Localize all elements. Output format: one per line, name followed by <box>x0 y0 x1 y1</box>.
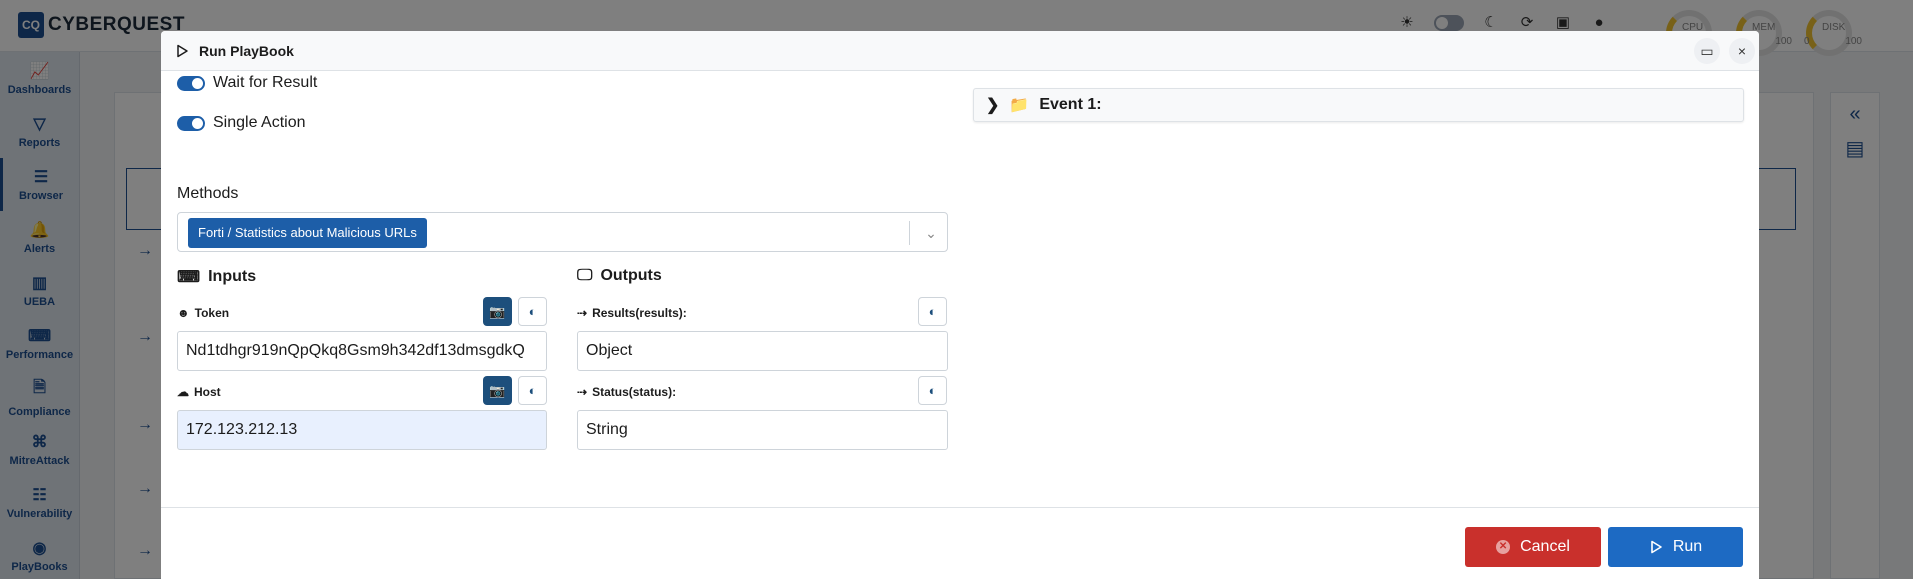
toggle-label: Wait for Result <box>213 74 318 91</box>
event-label: Event 1: <box>1039 96 1102 113</box>
link-icon: ⇢ <box>577 385 588 399</box>
wait-for-result-toggle[interactable]: Wait for Result <box>177 74 317 92</box>
method-chip[interactable]: Forti / Statistics about Malicious URLs <box>188 218 427 248</box>
section-title-text: Outputs <box>600 267 662 284</box>
toggle-switch[interactable] <box>177 115 205 131</box>
variable-button[interactable]: ◐ <box>918 376 947 405</box>
status-input[interactable]: String <box>577 410 948 450</box>
run-playbook-modal: Run PlayBook ▭ × Wait for Result Single … <box>161 31 1759 579</box>
maximize-icon[interactable]: ▭ <box>1694 38 1720 64</box>
modal-header: Run PlayBook ▭ × <box>161 31 1759 71</box>
play-icon <box>1651 540 1662 554</box>
token-input[interactable]: Nd1tdhgr919nQpQkq8Gsm9h342df13dmsgdkQ <box>177 331 547 371</box>
section-title-text: Inputs <box>208 268 257 285</box>
run-label: Run <box>1672 538 1703 555</box>
keyboard-icon: ⌨ <box>177 269 201 286</box>
variable-button[interactable]: ◐ <box>518 376 547 405</box>
modal-footer: ✕ Cancel Run <box>161 507 1759 579</box>
results-input[interactable]: Object <box>577 331 948 371</box>
camera-button[interactable]: 📷 <box>483 376 512 405</box>
cancel-label: Cancel <box>1520 538 1570 555</box>
methods-label: Methods <box>177 185 239 202</box>
host-label: ☁ Host <box>177 385 221 399</box>
outputs-title: 🖵 Outputs <box>577 267 662 285</box>
chevron-down-icon[interactable]: ⌄ <box>919 221 943 245</box>
token-label: ☻ Token <box>177 306 229 320</box>
methods-select[interactable]: Forti / Statistics about Malicious URLs … <box>177 212 948 252</box>
modal-title: Run PlayBook <box>199 42 294 59</box>
inputs-title: ⌨ Inputs <box>177 267 256 287</box>
monitor-icon: 🖵 <box>577 267 593 284</box>
select-separator <box>909 221 910 245</box>
run-button[interactable]: Run <box>1608 527 1743 567</box>
field-label-text: Host <box>194 385 221 399</box>
field-label-text: Status(status): <box>592 385 677 399</box>
host-input[interactable]: 172.123.212.13 <box>177 410 547 450</box>
status-label: ⇢ Status(status): <box>577 385 676 399</box>
camera-button[interactable]: 📷 <box>483 297 512 326</box>
chevron-right-icon[interactable]: ❯ <box>986 95 999 115</box>
folder-icon: 📁 <box>1009 97 1030 114</box>
toggle-switch[interactable] <box>177 75 205 91</box>
mask-icon: ☻ <box>177 306 190 320</box>
field-label-text: Token <box>194 306 230 320</box>
toggle-label: Single Action <box>213 114 306 131</box>
close-icon[interactable]: × <box>1729 38 1755 64</box>
cancel-button[interactable]: ✕ Cancel <box>1465 527 1601 567</box>
close-circle-icon: ✕ <box>1496 540 1511 554</box>
variable-button[interactable]: ◐ <box>918 297 947 326</box>
field-label-text: Results(results): <box>592 306 687 320</box>
link-icon: ⇢ <box>577 306 588 320</box>
variable-button[interactable]: ◐ <box>518 297 547 326</box>
play-icon <box>177 44 188 57</box>
event-accordion[interactable]: ❯ 📁 Event 1: <box>973 88 1744 122</box>
single-action-toggle[interactable]: Single Action <box>177 114 306 132</box>
results-label: ⇢ Results(results): <box>577 306 687 320</box>
cloud-icon: ☁ <box>177 385 189 399</box>
